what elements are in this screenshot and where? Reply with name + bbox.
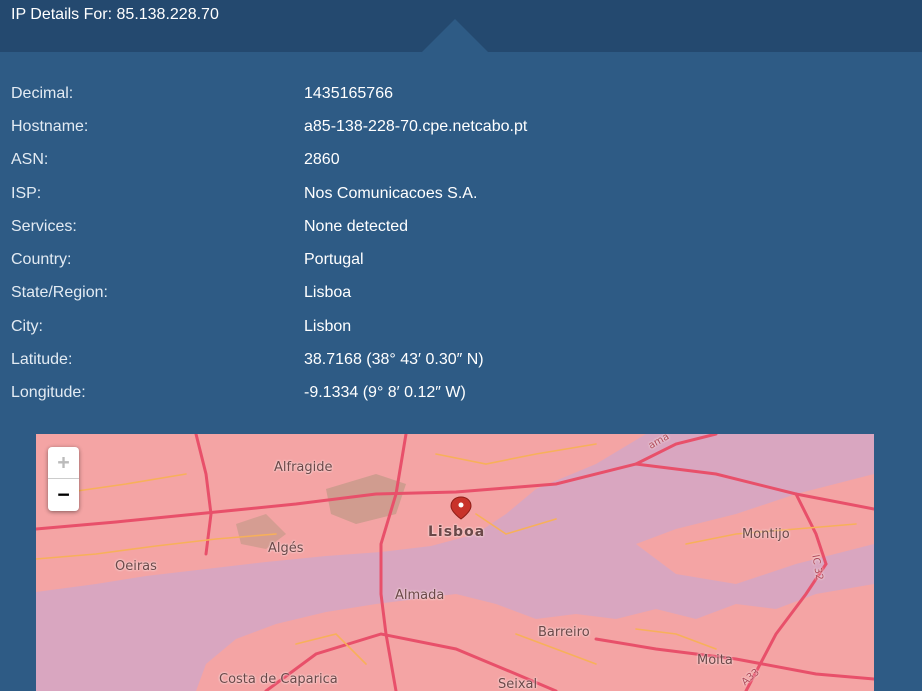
detail-value: Nos Comunicacoes S.A.: [304, 185, 478, 202]
detail-value: None detected: [304, 218, 409, 235]
detail-value: 1435165766: [304, 85, 393, 102]
detail-row-isp: ISP: Nos Comunicacoes S.A.: [0, 185, 922, 213]
detail-label: State/Region:: [11, 284, 108, 301]
zoom-control: + −: [48, 447, 79, 511]
map-label-almada: Almada: [395, 588, 445, 603]
zoom-in-button[interactable]: +: [48, 447, 79, 479]
detail-row-hostname: Hostname: a85-138-228-70.cpe.netcabo.pt: [0, 118, 922, 146]
location-map[interactable]: Alfragide Lisboa Montijo Algés Oeiras Al…: [36, 434, 874, 691]
detail-label: Decimal:: [11, 85, 74, 102]
detail-row-asn: ASN: 2860: [0, 151, 922, 179]
map-label-montijo: Montijo: [742, 527, 790, 542]
detail-value: 38.7168 (38° 43′ 0.30″ N): [304, 351, 484, 368]
detail-label: Country:: [11, 251, 72, 268]
map-label-barreiro: Barreiro: [538, 625, 590, 640]
detail-value: -9.1334 (9° 8′ 0.12″ W): [304, 384, 466, 401]
detail-value: Portugal: [304, 251, 364, 268]
detail-label: Longitude:: [11, 384, 86, 401]
detail-label: Hostname:: [11, 118, 89, 135]
map-label-oeiras: Oeiras: [115, 559, 157, 574]
detail-row-latitude: Latitude: 38.7168 (38° 43′ 0.30″ N): [0, 351, 922, 379]
detail-row-longitude: Longitude: -9.1334 (9° 8′ 0.12″ W): [0, 384, 922, 412]
detail-label: City:: [11, 318, 43, 335]
map-label-costa-de-caparica: Costa de Caparica: [219, 672, 338, 687]
detail-value: Lisboa: [304, 284, 352, 301]
detail-value: a85-138-228-70.cpe.netcabo.pt: [304, 118, 528, 135]
detail-label: Latitude:: [11, 351, 73, 368]
map-label-moita: Moita: [697, 653, 733, 668]
map-label-alges: Algés: [268, 541, 304, 556]
detail-label: ISP:: [11, 185, 42, 202]
map-label-seixal: Seixal: [498, 677, 538, 691]
map-label-alfragide: Alfragide: [274, 460, 333, 475]
header-bar: IP Details For: 85.138.228.70: [0, 0, 922, 53]
detail-row-country: Country: Portugal: [0, 251, 922, 279]
map-tiles: [36, 434, 874, 691]
detail-label: Services:: [11, 218, 77, 235]
detail-value: 2860: [304, 151, 340, 168]
page-title: IP Details For: 85.138.228.70: [11, 6, 219, 23]
detail-row-services: Services: None detected: [0, 218, 922, 246]
detail-row-city: City: Lisbon: [0, 318, 922, 346]
detail-label: ASN:: [11, 151, 49, 168]
zoom-out-button[interactable]: −: [48, 479, 79, 510]
map-label-lisboa: Lisboa: [428, 524, 486, 540]
header-notch: [421, 19, 489, 53]
detail-value: Lisbon: [304, 318, 352, 335]
detail-row-state-region: State/Region: Lisboa: [0, 284, 922, 312]
detail-row-decimal: Decimal: 1435165766: [0, 85, 922, 113]
